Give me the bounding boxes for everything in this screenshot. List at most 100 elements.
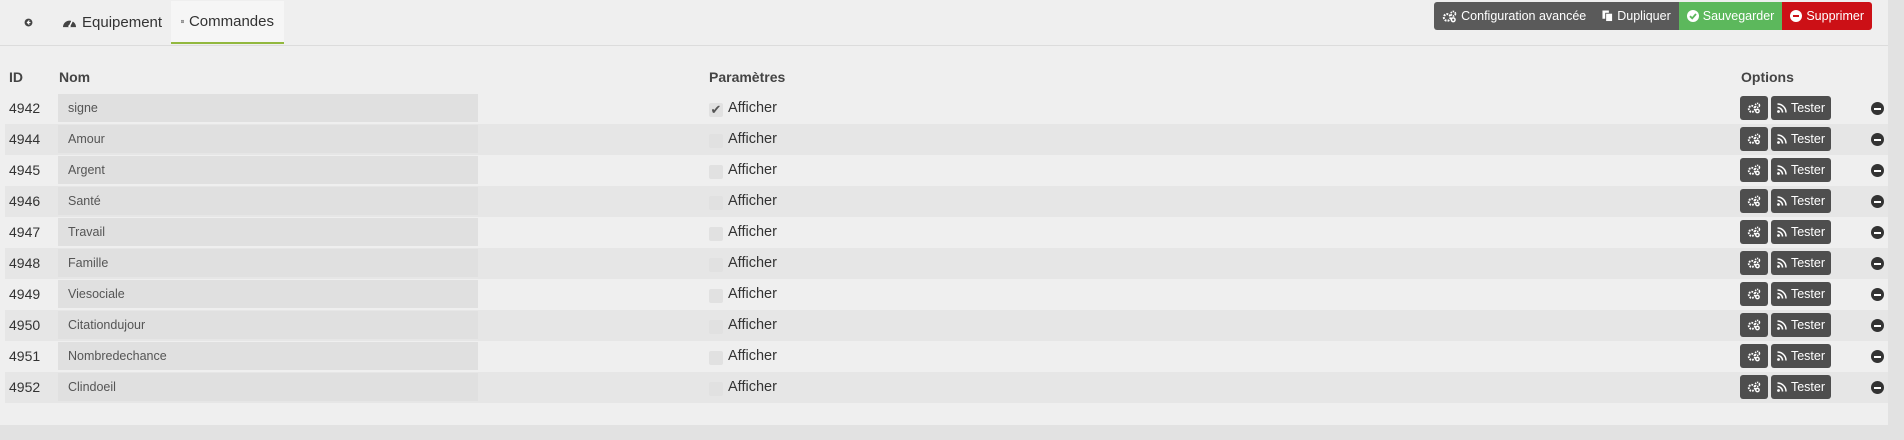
- copy-icon: [1602, 10, 1614, 22]
- command-config-button[interactable]: [1740, 189, 1768, 213]
- show-checkbox-label: Afficher: [728, 193, 777, 209]
- rss-icon: [1777, 103, 1787, 113]
- list-icon: [181, 19, 184, 24]
- save-button[interactable]: Sauvegarder: [1678, 2, 1783, 30]
- test-button[interactable]: Tester: [1771, 127, 1831, 151]
- command-id: 4944: [9, 131, 41, 147]
- show-checkbox[interactable]: [709, 289, 723, 303]
- remove-command-icon[interactable]: [1871, 257, 1884, 270]
- remove-command-icon[interactable]: [1871, 164, 1884, 177]
- show-checkbox[interactable]: [709, 320, 723, 334]
- command-name-input[interactable]: [58, 125, 478, 153]
- rss-icon: [1777, 134, 1787, 144]
- remove-command-icon[interactable]: [1871, 288, 1884, 301]
- show-checkbox-label: Afficher: [728, 379, 777, 395]
- cogs-icon: [1747, 381, 1761, 393]
- table-row: 4947 Afficher Tester: [5, 217, 1888, 248]
- remove-command-icon[interactable]: [1871, 102, 1884, 115]
- page-footer-strip: [0, 425, 1904, 440]
- command-name-input[interactable]: [58, 156, 478, 184]
- show-checkbox[interactable]: [709, 351, 723, 365]
- command-config-button[interactable]: [1740, 220, 1768, 244]
- advanced-config-button[interactable]: Configuration avancée: [1434, 2, 1595, 30]
- remove-command-icon[interactable]: [1871, 195, 1884, 208]
- duplicate-button[interactable]: Dupliquer: [1594, 2, 1679, 30]
- test-button[interactable]: Tester: [1771, 220, 1831, 244]
- remove-command-icon[interactable]: [1871, 133, 1884, 146]
- test-button[interactable]: Tester: [1771, 251, 1831, 275]
- tab-equipement[interactable]: Equipement: [52, 1, 172, 44]
- rss-icon: [1777, 227, 1787, 237]
- command-config-button[interactable]: [1740, 313, 1768, 337]
- command-id: 4951: [9, 348, 41, 364]
- test-button-label: Tester: [1790, 256, 1826, 270]
- command-config-button[interactable]: [1740, 344, 1768, 368]
- show-checkbox[interactable]: [709, 382, 723, 396]
- cogs-icon: [1442, 10, 1457, 22]
- remove-command-icon[interactable]: [1871, 226, 1884, 239]
- test-button[interactable]: Tester: [1771, 375, 1831, 399]
- command-name-input[interactable]: [58, 280, 478, 308]
- header-params: Paramètres: [709, 69, 786, 85]
- command-name-input[interactable]: [58, 187, 478, 215]
- rss-icon: [1777, 165, 1787, 175]
- test-button[interactable]: Tester: [1771, 158, 1831, 182]
- command-name-input[interactable]: [58, 373, 478, 401]
- command-id: 4946: [9, 193, 41, 209]
- command-config-button[interactable]: [1740, 158, 1768, 182]
- command-name-input[interactable]: [58, 311, 478, 339]
- show-checkbox[interactable]: [709, 134, 723, 148]
- remove-command-icon[interactable]: [1871, 319, 1884, 332]
- command-id: 4945: [9, 162, 41, 178]
- test-button[interactable]: Tester: [1771, 282, 1831, 306]
- show-checkbox-label: Afficher: [728, 131, 777, 147]
- show-checkbox-label: Afficher: [728, 348, 777, 364]
- show-checkbox[interactable]: [709, 227, 723, 241]
- back-button[interactable]: [14, 1, 48, 44]
- delete-button[interactable]: Supprimer: [1782, 2, 1872, 30]
- show-checkbox-label: Afficher: [728, 162, 777, 178]
- minus-circle-icon: [1790, 10, 1803, 22]
- test-button-label: Tester: [1790, 101, 1826, 115]
- show-checkbox[interactable]: ✔: [709, 102, 723, 117]
- tab-commandes[interactable]: Commandes: [171, 1, 284, 44]
- test-button[interactable]: Tester: [1771, 313, 1831, 337]
- table-row: 4952 Afficher Tester: [5, 372, 1888, 403]
- show-checkbox[interactable]: [709, 196, 723, 210]
- command-name-input[interactable]: [58, 342, 478, 370]
- show-checkbox[interactable]: [709, 258, 723, 272]
- show-checkbox-label: Afficher: [728, 255, 777, 271]
- header-id: ID: [9, 69, 23, 85]
- rss-icon: [1777, 258, 1787, 268]
- command-id: 4949: [9, 286, 41, 302]
- duplicate-label: Dupliquer: [1617, 9, 1671, 23]
- show-checkbox-label: Afficher: [728, 224, 777, 240]
- commands-panel: Equipement Commandes Configuration avanc…: [0, 0, 1888, 425]
- cogs-icon: [1747, 164, 1761, 176]
- command-config-button[interactable]: [1740, 96, 1768, 120]
- command-config-button[interactable]: [1740, 282, 1768, 306]
- save-label: Sauvegarder: [1702, 9, 1775, 23]
- test-button[interactable]: Tester: [1771, 189, 1831, 213]
- command-id: 4952: [9, 379, 41, 395]
- show-checkbox-label: Afficher: [728, 317, 777, 333]
- test-button-label: Tester: [1790, 380, 1826, 394]
- cogs-icon: [1747, 226, 1761, 238]
- tab-equipement-label: Equipement: [82, 14, 163, 31]
- command-config-button[interactable]: [1740, 127, 1768, 151]
- command-name-input[interactable]: [58, 218, 478, 246]
- remove-command-icon[interactable]: [1871, 350, 1884, 363]
- test-button[interactable]: Tester: [1771, 344, 1831, 368]
- header-options: Options: [1741, 69, 1794, 85]
- test-button[interactable]: Tester: [1771, 96, 1831, 120]
- table-row: 4951 Afficher Tester: [5, 341, 1888, 372]
- command-config-button[interactable]: [1740, 251, 1768, 275]
- command-name-input[interactable]: [58, 94, 478, 122]
- command-config-button[interactable]: [1740, 375, 1768, 399]
- command-name-input[interactable]: [58, 249, 478, 277]
- show-checkbox[interactable]: [709, 165, 723, 179]
- table-row: 4942 ✔ Afficher Tester: [5, 93, 1888, 124]
- rss-icon: [1777, 320, 1787, 330]
- cogs-icon: [1747, 319, 1761, 331]
- remove-command-icon[interactable]: [1871, 381, 1884, 394]
